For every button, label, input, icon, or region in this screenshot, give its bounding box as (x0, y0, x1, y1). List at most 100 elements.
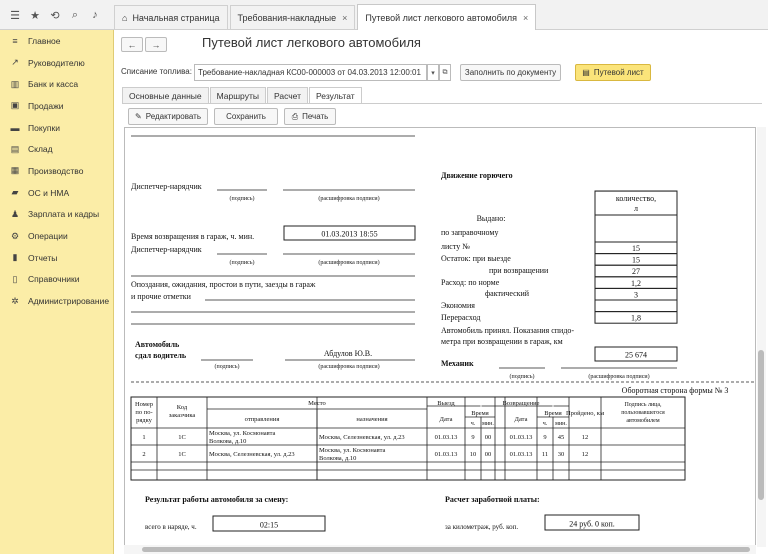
per-km-label: за километраж, руб. коп. (445, 523, 518, 531)
sidebar-item-7[interactable]: ▰ ОС и НМА (0, 182, 113, 204)
decode-caption: (расшифровка подписи) (588, 373, 649, 380)
sidebar-item-12[interactable]: ✲ Администрирование (0, 290, 113, 312)
issued-label: Выдано: (477, 214, 506, 223)
row-from: Москва, Селезневская, ул. д.23 (209, 451, 295, 458)
row-return-m: 30 (558, 451, 565, 458)
row-from: Москва, ул. Космонавта (209, 430, 276, 437)
print-button[interactable]: ⎙ Печать (284, 108, 336, 125)
grid-icon[interactable]: ☰ (6, 0, 24, 30)
tab-routes[interactable]: Маршруты (209, 87, 266, 103)
scroll-thumb[interactable] (142, 547, 750, 552)
main-content: ← → Путевой лист легкового автомобиля Сп… (114, 30, 768, 554)
row-depart-date: 01.03.13 (435, 451, 458, 458)
tab-waybill-label: Путевой лист легкового автомобиля (365, 12, 517, 23)
decode-caption: (расшифровка подписи) (318, 195, 379, 202)
sidebar-item-11[interactable]: ▯ Справочники (0, 269, 113, 291)
sidebar-item-label: Справочники (28, 274, 80, 285)
row-no: 2 (142, 451, 145, 458)
remain-ret-label: при возвращении (489, 266, 549, 275)
accepted-label: метра при возвращении в гараж, км (441, 337, 563, 346)
qty-header: л (634, 204, 638, 213)
sidebar-item-5[interactable]: ▤ Склад (0, 138, 113, 160)
by-card-label: по заправочному (441, 228, 498, 237)
th-h: ч. (543, 421, 548, 427)
tab-home[interactable]: ⌂ Начальная страница (114, 5, 228, 29)
history-icon[interactable]: ⟲ (46, 0, 64, 30)
close-icon[interactable]: × (523, 13, 528, 23)
tab-requisitions[interactable]: Требования-накладные × (229, 5, 356, 29)
sidebar-item-label: Продажи (28, 100, 64, 111)
qty-value: 1,8 (631, 314, 641, 323)
mask (465, 397, 481, 406)
sidebar-item-10[interactable]: ▮ Отчеты (0, 247, 113, 269)
bell-icon[interactable]: ♪ (86, 0, 104, 30)
salary-title: Расчет заработной платы: (445, 495, 540, 504)
form-back-caption: Оборотная сторона формы № 3 (622, 386, 729, 395)
th-m: мин. (555, 421, 567, 427)
tab-requisitions-label: Требования-накладные (237, 12, 337, 23)
edit-button[interactable]: ✎ Редактировать (128, 108, 208, 125)
th-sign: Подпись лица, (624, 402, 662, 408)
tab-divider (122, 103, 762, 104)
menu-icon: ≡ (12, 35, 18, 46)
back-button[interactable]: ← (121, 37, 143, 52)
signature-caption: (подпись) (230, 195, 255, 202)
remain-out-label: Остаток: при выезде (441, 254, 511, 263)
chart-icon: ↗ (11, 57, 19, 68)
tab-calculation[interactable]: Расчет (266, 87, 308, 103)
star-icon[interactable]: ★ (26, 0, 44, 30)
open-icon[interactable]: ⧉ (439, 64, 451, 81)
row-return-m: 45 (558, 434, 565, 441)
norm-label: Расход: по норме (441, 278, 500, 287)
sidebar-item-1[interactable]: ↗ Руководителю (0, 52, 113, 74)
mechanic-label: Механик (441, 359, 474, 368)
forward-button[interactable]: → (145, 37, 167, 52)
row-return-h: 11 (542, 451, 548, 458)
th-sign: пользовавшегося (621, 410, 665, 416)
sidebar-item-0[interactable]: ≡ Главное (0, 30, 113, 52)
odometer-value: 25 674 (625, 351, 647, 360)
fuel-document-input[interactable]: Требование-накладная КС00-000003 от 04.0… (194, 64, 427, 81)
vertical-scrollbar[interactable] (757, 127, 766, 547)
home-icon: ⌂ (122, 12, 128, 23)
scroll-thumb[interactable] (758, 350, 764, 500)
save-button[interactable]: Сохранить (214, 108, 278, 125)
reports-icon: ▮ (12, 252, 18, 263)
economy-label: Экономия (441, 301, 475, 310)
search-icon[interactable]: ⌕ (66, 0, 84, 30)
sidebar-item-label: Покупки (28, 122, 60, 133)
waybill-print-label: Путевой лист (593, 68, 644, 77)
window-tabs: ⌂ Начальная страница Требования-накладны… (114, 4, 538, 30)
return-time-label: Время возвращения в гараж, ч. мин. (131, 232, 254, 241)
qty-issued-box (594, 214, 678, 243)
tab-result[interactable]: Результат (309, 87, 362, 103)
waybill-print-button[interactable]: ▤ Путевой лист (575, 64, 651, 81)
sidebar-item-label: Администрирование (28, 296, 110, 307)
sidebar-item-8[interactable]: ♟ Зарплата и кадры (0, 204, 113, 226)
bank-icon: ▥ (10, 78, 20, 89)
delays-label: Опоздания, ожидания, простои в пути, зае… (131, 280, 316, 289)
cart-icon: ▣ (10, 100, 20, 111)
car-handed-label: Автомобиль (135, 340, 180, 349)
fill-by-document-button[interactable]: Заполнить по документу (460, 64, 561, 81)
th-date: Дата (440, 416, 453, 423)
horizontal-scrollbar[interactable] (124, 545, 756, 554)
row-no: 1 (142, 434, 145, 441)
sidebar-item-3[interactable]: ▣ Продажи (0, 95, 113, 117)
sidebar-item-4[interactable]: ▬ Покупки (0, 117, 113, 139)
tab-main-data[interactable]: Основные данные (122, 87, 209, 103)
close-icon[interactable]: × (342, 13, 347, 23)
printer-icon: ⎙ (291, 111, 299, 121)
row-depart-h: 9 (471, 434, 474, 441)
operations-icon: ⚙ (10, 230, 20, 241)
dropdown-icon[interactable]: ▾ (427, 64, 439, 81)
sidebar-item-2[interactable]: ▥ Банк и касса (0, 73, 113, 95)
truck-icon: ▰ (11, 187, 19, 198)
row-code: 1С (178, 451, 186, 458)
th-time: Время (471, 410, 489, 417)
sidebar-item-6[interactable]: ▦ Производство (0, 160, 113, 182)
sidebar-item-label: Главное (28, 35, 61, 46)
fuel-title: Движение горючего (441, 171, 513, 180)
tab-waybill[interactable]: Путевой лист легкового автомобиля × (357, 4, 537, 30)
sidebar-item-9[interactable]: ⚙ Операции (0, 225, 113, 247)
